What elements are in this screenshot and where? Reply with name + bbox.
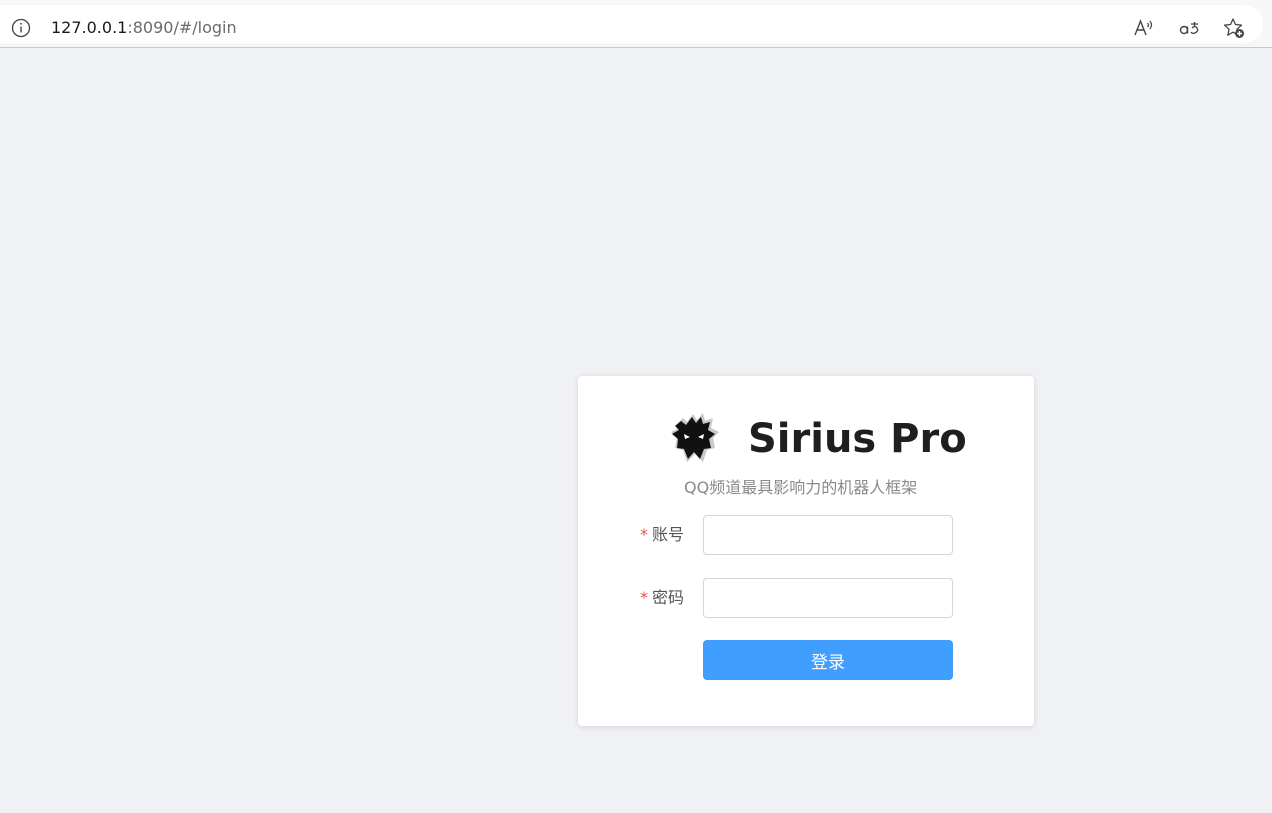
info-icon[interactable] (11, 18, 31, 38)
read-aloud-icon[interactable] (1132, 16, 1156, 40)
url-path: :8090/#/login (127, 18, 237, 37)
address-bar[interactable]: 127.0.0.1:8090/#/login (0, 5, 1263, 43)
account-label-text: 账号 (652, 525, 685, 544)
dragon-logo-icon (667, 408, 723, 468)
account-label: * 账号 (640, 523, 700, 547)
account-input[interactable] (703, 515, 953, 555)
url-text[interactable]: 127.0.0.1:8090/#/login (51, 18, 237, 38)
login-button[interactable]: 登录 (703, 640, 953, 680)
app-title: Sirius Pro (748, 416, 967, 462)
login-card: Sirius Pro QQ频道最具影响力的机器人框架 * 账号 * 密码 登录 (578, 376, 1034, 726)
password-label: * 密码 (640, 586, 700, 610)
url-host: 127.0.0.1 (51, 18, 128, 37)
translate-icon[interactable] (1177, 16, 1201, 40)
add-favorite-icon[interactable] (1222, 16, 1246, 40)
app-subtitle: QQ频道最具影响力的机器人框架 (684, 478, 918, 497)
required-mark: * (640, 588, 648, 607)
required-mark: * (640, 525, 648, 544)
browser-toolbar: 127.0.0.1:8090/#/login (0, 0, 1272, 48)
password-label-text: 密码 (652, 588, 685, 607)
password-input[interactable] (703, 578, 953, 618)
